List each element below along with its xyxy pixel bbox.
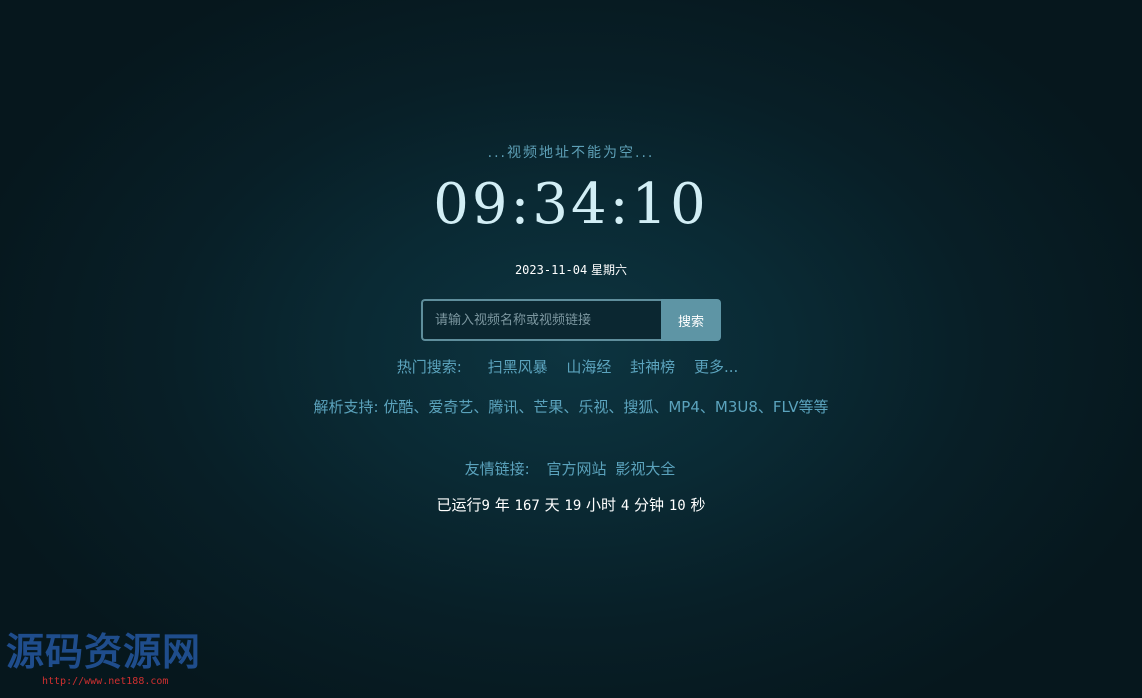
hot-search-link[interactable]: 扫黑风暴 — [488, 358, 548, 376]
uptime-days-unit: 天 — [544, 496, 560, 514]
friend-links: 友情链接: 官方网站 影视大全 — [0, 458, 1142, 479]
uptime-years: 9 — [481, 498, 490, 514]
uptime-days: 167 — [514, 498, 540, 514]
site-watermark: 源码资源网 http://www.net188.com — [6, 628, 216, 688]
hot-search-link[interactable]: 封神榜 — [630, 358, 675, 376]
status-message: ...视频地址不能为空... — [487, 145, 655, 161]
search-input[interactable] — [421, 299, 661, 341]
hot-search-label: 热门搜索: — [396, 358, 462, 376]
uptime-hours: 19 — [564, 498, 582, 514]
uptime-seconds: 10 — [668, 498, 686, 514]
parse-support-text: 解析支持: 优酷、爱奇艺、腾讯、芒果、乐视、搜狐、MP4、M3U8、FLV等等 — [313, 398, 829, 416]
uptime-seconds-unit: 秒 — [690, 496, 706, 514]
uptime-prefix: 已运行 — [436, 496, 482, 514]
watermark-title: 源码资源网 — [6, 629, 202, 674]
hot-search-more-link[interactable]: 更多... — [694, 358, 738, 376]
uptime-years-unit: 年 — [494, 496, 510, 514]
digital-clock: 09:34:10 — [433, 172, 709, 237]
date-ymd: 2023-11-04 — [514, 263, 588, 277]
uptime-minutes: 4 — [620, 498, 630, 514]
watermark-url: http://www.net188.com — [42, 676, 169, 687]
friend-links-label: 友情链接: — [464, 460, 530, 478]
uptime-hours-unit: 小时 — [586, 496, 617, 514]
date-weekday: 星期六 — [591, 263, 628, 277]
uptime-minutes-unit: 分钟 — [634, 496, 665, 514]
search-button[interactable]: 搜索 — [661, 299, 721, 341]
friend-link[interactable]: 影视大全 — [615, 460, 675, 478]
hot-search-link[interactable]: 山海经 — [566, 358, 611, 376]
hot-search: 热门搜索: 扫黑风暴 山海经 封神榜 更多... — [0, 356, 1142, 377]
friend-link[interactable]: 官方网站 — [547, 460, 607, 478]
uptime-counter: 已运行9 年 167 天 19 小时 4 分钟 10 秒 — [0, 494, 1142, 515]
date-display: 2023-11-04 星期六 — [0, 261, 1142, 278]
search-bar: 搜索 — [421, 299, 721, 341]
